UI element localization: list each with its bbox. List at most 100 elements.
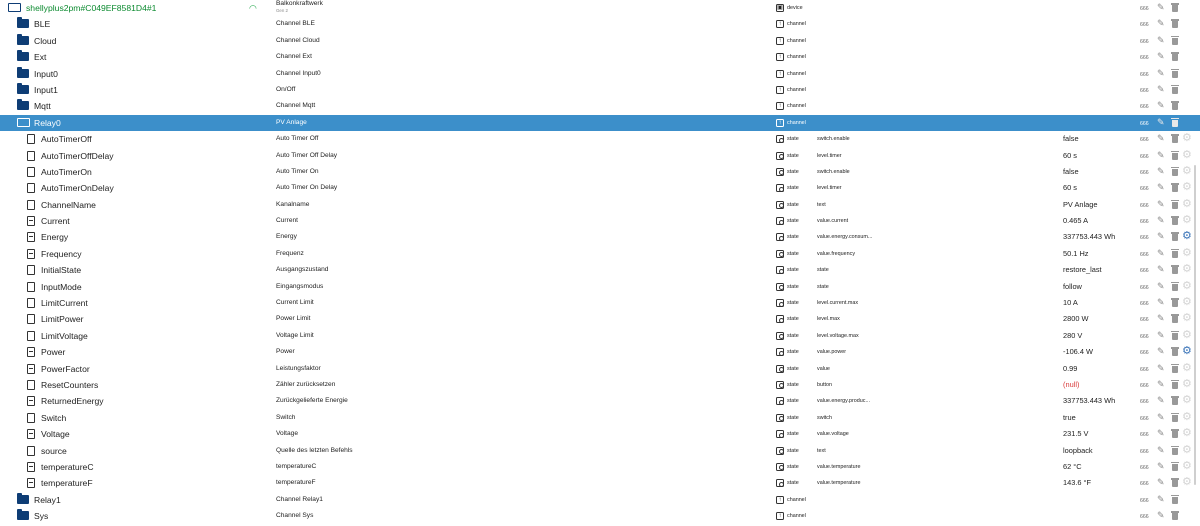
delete-icon[interactable] bbox=[1171, 494, 1179, 505]
settings-gear-icon[interactable]: ⚙ bbox=[1182, 444, 1193, 456]
delete-icon[interactable] bbox=[1171, 314, 1179, 324]
edit-icon[interactable]: ✎ bbox=[1157, 379, 1166, 389]
edit-icon[interactable]: ✎ bbox=[1157, 248, 1166, 258]
state-row[interactable]: LimitVoltage Voltage Limit state level.volt… bbox=[0, 328, 1200, 344]
object-name[interactable]: Current Limit bbox=[276, 295, 766, 311]
edit-icon[interactable]: ✎ bbox=[1157, 412, 1166, 422]
file-filled-icon[interactable] bbox=[27, 232, 35, 243]
tree-cell[interactable]: ReturnedEnergy bbox=[0, 393, 270, 409]
tree-cell[interactable]: InputMode bbox=[0, 279, 270, 295]
edit-icon[interactable]: ✎ bbox=[1157, 3, 1166, 12]
tree-cell[interactable]: PowerFactor bbox=[0, 361, 270, 377]
tree-cell[interactable]: LimitPower bbox=[0, 311, 270, 327]
object-name[interactable]: Power bbox=[276, 344, 766, 360]
object-name[interactable]: temperatureC bbox=[276, 459, 766, 475]
object-name[interactable]: Channel Relay1 bbox=[276, 492, 766, 508]
folder-icon[interactable] bbox=[17, 492, 29, 504]
tree-cell[interactable]: LimitCurrent bbox=[0, 295, 270, 311]
delete-icon[interactable] bbox=[1171, 265, 1179, 275]
edit-icon[interactable]: ✎ bbox=[1157, 265, 1166, 274]
folder-icon[interactable] bbox=[17, 99, 29, 111]
delete-icon[interactable] bbox=[1171, 363, 1179, 374]
object-value[interactable]: true bbox=[1063, 410, 1133, 426]
state-row[interactable]: Voltage Voltage state value.voltage 231.5 V 6… bbox=[0, 426, 1200, 442]
object-name[interactable]: Channel Cloud bbox=[276, 33, 766, 49]
settings-gear-icon[interactable]: ⚙ bbox=[1182, 477, 1193, 488]
edit-icon[interactable]: ✎ bbox=[1157, 68, 1166, 78]
object-name[interactable]: Quelle des letzten Befehls bbox=[276, 443, 766, 459]
state-row[interactable]: InputMode Eingangsmodus state state follow 66… bbox=[0, 279, 1200, 295]
settings-gear-icon[interactable]: ⚙ bbox=[1182, 231, 1193, 242]
tree-cell[interactable]: AutoTimerOff bbox=[0, 131, 270, 147]
object-role[interactable]: value.voltage bbox=[817, 426, 1057, 442]
tree-cell[interactable]: Mqtt bbox=[0, 98, 270, 114]
settings-gear-icon[interactable]: ⚙ bbox=[1182, 460, 1193, 472]
object-name[interactable]: Auto Timer On Delay bbox=[276, 180, 766, 196]
settings-gear-icon[interactable]: ⚙ bbox=[1182, 215, 1193, 226]
object-value[interactable]: 143.6 °F bbox=[1063, 475, 1133, 491]
settings-gear-icon[interactable]: ⚙ bbox=[1182, 378, 1193, 390]
delete-icon[interactable] bbox=[1171, 298, 1179, 308]
settings-gear-icon[interactable]: ⚙ bbox=[1182, 329, 1193, 341]
delete-icon[interactable] bbox=[1171, 166, 1179, 177]
object-role[interactable]: value.current bbox=[817, 213, 1057, 229]
edit-icon[interactable]: ✎ bbox=[1157, 330, 1166, 340]
delete-icon[interactable] bbox=[1171, 281, 1179, 292]
tree-cell[interactable]: ChannelName bbox=[0, 197, 270, 213]
edit-icon[interactable]: ✎ bbox=[1157, 314, 1166, 323]
channel-row[interactable]: BLE Channel BLE ↑ channel 666 ✎ bbox=[0, 16, 1200, 32]
object-name[interactable]: Channel Ext bbox=[276, 49, 766, 65]
folder-icon[interactable] bbox=[17, 17, 29, 29]
state-row[interactable]: Switch Switch state switch true 666 ✎ ⚙ bbox=[0, 410, 1200, 426]
object-role[interactable]: switch.enable bbox=[817, 164, 1057, 180]
device-row[interactable]: shellyplus2pm#C049EF8581D4#1 ◠ Balkonkraft… bbox=[0, 0, 1200, 16]
object-value[interactable]: 337753.443 Wh bbox=[1063, 393, 1133, 409]
state-row[interactable]: Frequency Frequenz state value.frequency 50.… bbox=[0, 246, 1200, 262]
object-value[interactable]: 62 °C bbox=[1063, 459, 1133, 475]
delete-icon[interactable] bbox=[1171, 84, 1179, 95]
object-value[interactable]: restore_last bbox=[1063, 262, 1133, 278]
object-name[interactable]: Channel Input0 bbox=[276, 66, 766, 82]
tree-cell[interactable]: Input1 bbox=[0, 82, 270, 98]
object-value[interactable]: 0.99 bbox=[1063, 361, 1133, 377]
delete-icon[interactable] bbox=[1171, 183, 1179, 193]
edit-icon[interactable]: ✎ bbox=[1157, 396, 1166, 405]
tree-cell[interactable]: Current bbox=[0, 213, 270, 229]
state-row[interactable]: AutoTimerOnDelay Auto Timer On Delay state… bbox=[0, 180, 1200, 196]
object-value[interactable]: -106.4 W bbox=[1063, 344, 1133, 360]
settings-gear-icon[interactable]: ⚙ bbox=[1182, 198, 1193, 210]
object-name[interactable]: temperatureF bbox=[276, 475, 766, 491]
file-icon[interactable] bbox=[27, 314, 35, 325]
delete-icon[interactable] bbox=[1171, 199, 1179, 210]
settings-gear-icon[interactable]: ⚙ bbox=[1182, 133, 1193, 144]
object-name[interactable]: Kanalname bbox=[276, 197, 766, 213]
tree-cell[interactable]: Energy bbox=[0, 229, 270, 245]
state-row[interactable]: LimitCurrent Current Limit state level.curr… bbox=[0, 295, 1200, 311]
state-row[interactable]: LimitPower Power Limit state level.max 2800 … bbox=[0, 311, 1200, 327]
delete-icon[interactable] bbox=[1171, 347, 1179, 357]
object-name[interactable]: Current bbox=[276, 213, 766, 229]
channel-row[interactable]: Sys Channel Sys ↑ channel 666 ✎ bbox=[0, 508, 1200, 524]
edit-icon[interactable]: ✎ bbox=[1157, 19, 1166, 28]
object-role[interactable]: value.energy.produc... bbox=[817, 393, 1057, 409]
object-name[interactable]: Zähler zurücksetzen bbox=[276, 377, 766, 393]
object-name[interactable]: Auto Timer Off Delay bbox=[276, 148, 766, 164]
delete-icon[interactable] bbox=[1171, 511, 1179, 521]
file-icon[interactable] bbox=[27, 265, 35, 276]
tree-cell[interactable]: AutoTimerOffDelay bbox=[0, 148, 270, 164]
delete-icon[interactable] bbox=[1171, 330, 1179, 341]
delete-icon[interactable] bbox=[1171, 101, 1179, 111]
state-row[interactable]: source Quelle des letzten Befehls state tex… bbox=[0, 443, 1200, 459]
object-role[interactable]: value bbox=[817, 361, 1057, 377]
edit-icon[interactable]: ✎ bbox=[1157, 298, 1166, 307]
state-row[interactable]: Energy Energy state value.energy.consum... 3… bbox=[0, 229, 1200, 245]
object-value[interactable]: 10 A bbox=[1063, 295, 1133, 311]
delete-icon[interactable] bbox=[1171, 19, 1179, 29]
tree-cell[interactable]: AutoTimerOnDelay bbox=[0, 180, 270, 196]
delete-icon[interactable] bbox=[1171, 396, 1179, 406]
edit-icon[interactable]: ✎ bbox=[1157, 281, 1166, 291]
edit-icon[interactable]: ✎ bbox=[1157, 134, 1166, 143]
object-name[interactable]: Switch bbox=[276, 410, 766, 426]
tree-cell[interactable]: temperatureC bbox=[0, 459, 270, 475]
object-name[interactable]: Voltage Limit bbox=[276, 328, 766, 344]
